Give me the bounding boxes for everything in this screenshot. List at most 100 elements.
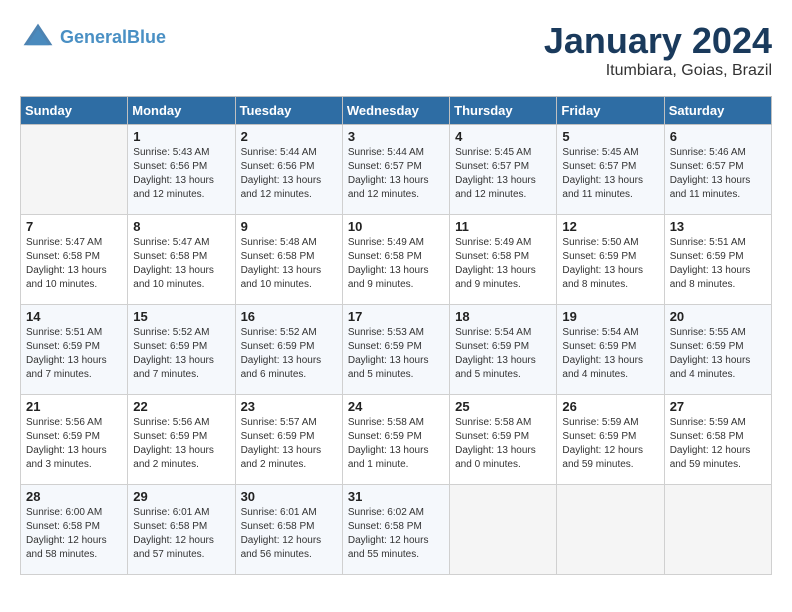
day-info: Sunrise: 5:52 AM Sunset: 6:59 PM Dayligh… [133, 326, 229, 382]
day-info: Sunrise: 5:49 AM Sunset: 6:58 PM Dayligh… [348, 236, 444, 292]
day-info: Sunrise: 5:54 AM Sunset: 6:59 PM Dayligh… [455, 326, 551, 382]
day-number: 25 [455, 399, 551, 414]
calendar-week-3: 14 Sunrise: 5:51 AM Sunset: 6:59 PM Dayl… [21, 305, 772, 395]
calendar-table: SundayMondayTuesdayWednesdayThursdayFrid… [20, 96, 772, 575]
calendar-cell: 13 Sunrise: 5:51 AM Sunset: 6:59 PM Dayl… [664, 215, 771, 305]
day-info: Sunrise: 5:50 AM Sunset: 6:59 PM Dayligh… [562, 236, 658, 292]
day-number: 4 [455, 129, 551, 144]
location: Itumbiara, Goias, Brazil [544, 62, 772, 80]
title-block: January 2024 Itumbiara, Goias, Brazil [544, 20, 772, 80]
day-number: 17 [348, 309, 444, 324]
day-info: Sunrise: 5:45 AM Sunset: 6:57 PM Dayligh… [455, 146, 551, 202]
day-info: Sunrise: 5:43 AM Sunset: 6:56 PM Dayligh… [133, 146, 229, 202]
day-number: 19 [562, 309, 658, 324]
calendar-cell: 21 Sunrise: 5:56 AM Sunset: 6:59 PM Dayl… [21, 395, 128, 485]
day-number: 24 [348, 399, 444, 414]
day-info: Sunrise: 5:55 AM Sunset: 6:59 PM Dayligh… [670, 326, 766, 382]
day-number: 2 [241, 129, 337, 144]
day-info: Sunrise: 5:51 AM Sunset: 6:59 PM Dayligh… [26, 326, 122, 382]
day-number: 14 [26, 309, 122, 324]
day-number: 29 [133, 489, 229, 504]
day-info: Sunrise: 5:45 AM Sunset: 6:57 PM Dayligh… [562, 146, 658, 202]
calendar-cell: 1 Sunrise: 5:43 AM Sunset: 6:56 PM Dayli… [128, 125, 235, 215]
day-info: Sunrise: 6:01 AM Sunset: 6:58 PM Dayligh… [133, 506, 229, 562]
calendar-cell: 5 Sunrise: 5:45 AM Sunset: 6:57 PM Dayli… [557, 125, 664, 215]
calendar-cell: 12 Sunrise: 5:50 AM Sunset: 6:59 PM Dayl… [557, 215, 664, 305]
day-number: 6 [670, 129, 766, 144]
day-info: Sunrise: 5:44 AM Sunset: 6:56 PM Dayligh… [241, 146, 337, 202]
calendar-cell [450, 485, 557, 575]
page-header: GeneralBlue January 2024 Itumbiara, Goia… [20, 20, 772, 80]
calendar-cell: 28 Sunrise: 6:00 AM Sunset: 6:58 PM Dayl… [21, 485, 128, 575]
column-header-monday: Monday [128, 97, 235, 125]
calendar-cell: 2 Sunrise: 5:44 AM Sunset: 6:56 PM Dayli… [235, 125, 342, 215]
calendar-week-4: 21 Sunrise: 5:56 AM Sunset: 6:59 PM Dayl… [21, 395, 772, 485]
day-info: Sunrise: 5:59 AM Sunset: 6:58 PM Dayligh… [670, 416, 766, 472]
day-info: Sunrise: 5:48 AM Sunset: 6:58 PM Dayligh… [241, 236, 337, 292]
day-info: Sunrise: 5:58 AM Sunset: 6:59 PM Dayligh… [455, 416, 551, 472]
calendar-cell: 9 Sunrise: 5:48 AM Sunset: 6:58 PM Dayli… [235, 215, 342, 305]
day-info: Sunrise: 6:00 AM Sunset: 6:58 PM Dayligh… [26, 506, 122, 562]
calendar-cell: 11 Sunrise: 5:49 AM Sunset: 6:58 PM Dayl… [450, 215, 557, 305]
calendar-cell: 29 Sunrise: 6:01 AM Sunset: 6:58 PM Dayl… [128, 485, 235, 575]
day-number: 9 [241, 219, 337, 234]
calendar-cell: 14 Sunrise: 5:51 AM Sunset: 6:59 PM Dayl… [21, 305, 128, 395]
calendar-cell: 27 Sunrise: 5:59 AM Sunset: 6:58 PM Dayl… [664, 395, 771, 485]
calendar-cell: 6 Sunrise: 5:46 AM Sunset: 6:57 PM Dayli… [664, 125, 771, 215]
day-info: Sunrise: 5:47 AM Sunset: 6:58 PM Dayligh… [26, 236, 122, 292]
calendar-cell: 10 Sunrise: 5:49 AM Sunset: 6:58 PM Dayl… [342, 215, 449, 305]
month-title: January 2024 [544, 20, 772, 62]
column-header-saturday: Saturday [664, 97, 771, 125]
day-number: 5 [562, 129, 658, 144]
day-info: Sunrise: 5:59 AM Sunset: 6:59 PM Dayligh… [562, 416, 658, 472]
column-header-tuesday: Tuesday [235, 97, 342, 125]
day-info: Sunrise: 5:56 AM Sunset: 6:59 PM Dayligh… [26, 416, 122, 472]
day-info: Sunrise: 6:02 AM Sunset: 6:58 PM Dayligh… [348, 506, 444, 562]
logo: GeneralBlue [20, 20, 166, 56]
calendar-cell: 25 Sunrise: 5:58 AM Sunset: 6:59 PM Dayl… [450, 395, 557, 485]
calendar-cell: 18 Sunrise: 5:54 AM Sunset: 6:59 PM Dayl… [450, 305, 557, 395]
header-row: SundayMondayTuesdayWednesdayThursdayFrid… [21, 97, 772, 125]
day-number: 10 [348, 219, 444, 234]
day-number: 13 [670, 219, 766, 234]
calendar-week-5: 28 Sunrise: 6:00 AM Sunset: 6:58 PM Dayl… [21, 485, 772, 575]
day-number: 15 [133, 309, 229, 324]
column-header-wednesday: Wednesday [342, 97, 449, 125]
calendar-cell: 8 Sunrise: 5:47 AM Sunset: 6:58 PM Dayli… [128, 215, 235, 305]
day-info: Sunrise: 5:44 AM Sunset: 6:57 PM Dayligh… [348, 146, 444, 202]
calendar-cell: 24 Sunrise: 5:58 AM Sunset: 6:59 PM Dayl… [342, 395, 449, 485]
day-number: 16 [241, 309, 337, 324]
calendar-cell: 20 Sunrise: 5:55 AM Sunset: 6:59 PM Dayl… [664, 305, 771, 395]
day-number: 31 [348, 489, 444, 504]
day-number: 28 [26, 489, 122, 504]
column-header-sunday: Sunday [21, 97, 128, 125]
day-number: 1 [133, 129, 229, 144]
day-info: Sunrise: 6:01 AM Sunset: 6:58 PM Dayligh… [241, 506, 337, 562]
calendar-cell: 7 Sunrise: 5:47 AM Sunset: 6:58 PM Dayli… [21, 215, 128, 305]
day-number: 12 [562, 219, 658, 234]
calendar-cell: 31 Sunrise: 6:02 AM Sunset: 6:58 PM Dayl… [342, 485, 449, 575]
calendar-cell: 23 Sunrise: 5:57 AM Sunset: 6:59 PM Dayl… [235, 395, 342, 485]
day-number: 8 [133, 219, 229, 234]
column-header-thursday: Thursday [450, 97, 557, 125]
calendar-cell [664, 485, 771, 575]
calendar-week-2: 7 Sunrise: 5:47 AM Sunset: 6:58 PM Dayli… [21, 215, 772, 305]
calendar-cell: 15 Sunrise: 5:52 AM Sunset: 6:59 PM Dayl… [128, 305, 235, 395]
day-number: 18 [455, 309, 551, 324]
calendar-cell: 26 Sunrise: 5:59 AM Sunset: 6:59 PM Dayl… [557, 395, 664, 485]
day-number: 27 [670, 399, 766, 414]
logo-icon [20, 20, 56, 56]
column-header-friday: Friday [557, 97, 664, 125]
day-number: 3 [348, 129, 444, 144]
day-info: Sunrise: 5:53 AM Sunset: 6:59 PM Dayligh… [348, 326, 444, 382]
logo-text: GeneralBlue [60, 28, 166, 48]
day-info: Sunrise: 5:47 AM Sunset: 6:58 PM Dayligh… [133, 236, 229, 292]
day-number: 20 [670, 309, 766, 324]
day-number: 23 [241, 399, 337, 414]
day-info: Sunrise: 5:57 AM Sunset: 6:59 PM Dayligh… [241, 416, 337, 472]
day-number: 30 [241, 489, 337, 504]
calendar-cell: 30 Sunrise: 6:01 AM Sunset: 6:58 PM Dayl… [235, 485, 342, 575]
day-number: 22 [133, 399, 229, 414]
day-info: Sunrise: 5:52 AM Sunset: 6:59 PM Dayligh… [241, 326, 337, 382]
calendar-cell: 17 Sunrise: 5:53 AM Sunset: 6:59 PM Dayl… [342, 305, 449, 395]
